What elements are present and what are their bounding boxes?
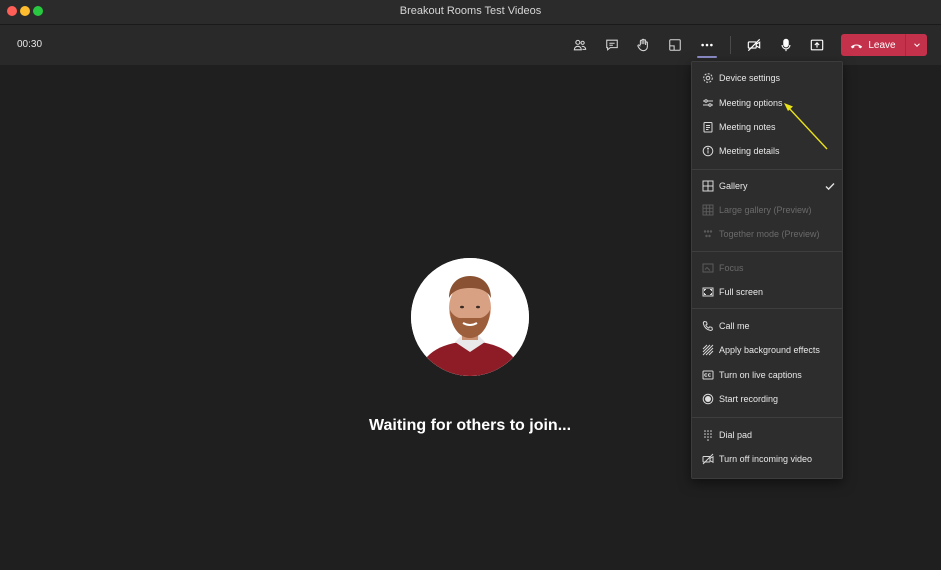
menu-divider [692, 308, 842, 309]
meeting-toolbar: 00:30 Leave [0, 25, 941, 65]
menu-divider [692, 169, 842, 170]
hang-up-icon [851, 44, 863, 48]
menu-item-label: Device settings [719, 73, 781, 83]
menu-item-large-gallery: Large gallery (Preview) [692, 199, 842, 221]
breakout-rooms-icon [669, 39, 681, 51]
menu-item-label: Focus [719, 263, 744, 273]
menu-item-label: Call me [719, 321, 750, 331]
menu-item-full-screen[interactable]: Full screen [692, 281, 842, 303]
breakout-rooms-button[interactable] [664, 34, 686, 56]
sliders-icon [703, 99, 713, 107]
avatar [411, 258, 529, 376]
menu-item-label: Together mode (Preview) [719, 229, 820, 239]
camera-off-icon [747, 38, 761, 52]
chat-icon [606, 39, 618, 51]
phone-icon [702, 320, 713, 331]
menu-item-background-effects[interactable]: Apply background effects [692, 339, 842, 361]
record-icon [702, 393, 714, 405]
menu-item-label: Meeting options [719, 98, 783, 108]
menu-item-label: Gallery [719, 181, 748, 191]
chat-button[interactable] [601, 34, 623, 56]
menu-item-label: Meeting details [719, 146, 780, 156]
more-actions-icon [701, 43, 713, 47]
raise-hand-button[interactable] [632, 34, 654, 56]
menu-item-label: Turn on live captions [719, 370, 802, 380]
more-actions-button[interactable] [696, 34, 718, 56]
share-tray-icon [810, 39, 824, 51]
leave-button-group: Leave [841, 34, 927, 56]
microphone-icon [781, 38, 791, 52]
checkmark-icon [825, 183, 835, 191]
meeting-timer: 00:30 [17, 39, 43, 50]
menu-item-focus: Focus [692, 257, 842, 279]
menu-item-label: Apply background effects [719, 345, 820, 355]
menu-item-label: Start recording [719, 394, 779, 404]
menu-item-label: Dial pad [719, 430, 753, 440]
menu-item-label: Full screen [719, 287, 764, 297]
leave-button[interactable]: Leave [841, 34, 905, 56]
camera-toggle-button[interactable] [743, 34, 765, 56]
menu-divider [692, 417, 842, 418]
menu-item-together-mode: Together mode (Preview) [692, 223, 842, 245]
window-titlebar: Breakout Rooms Test Videos [0, 0, 941, 25]
microphone-button[interactable] [775, 34, 797, 56]
menu-item-label: Turn off incoming video [719, 454, 813, 464]
profile-photo [411, 258, 529, 376]
annotation-arrow [784, 103, 828, 150]
together-mode-icon [703, 230, 713, 238]
focus-icon [702, 263, 714, 273]
leave-label: Leave [868, 39, 896, 51]
leave-options-button[interactable] [906, 34, 927, 56]
dialpad-icon [704, 430, 712, 441]
video-off-icon [702, 453, 714, 465]
notes-icon [703, 122, 713, 133]
more-actions-active-indicator [697, 56, 717, 58]
menu-item-start-recording[interactable]: Start recording [692, 388, 842, 410]
menu-divider [692, 251, 842, 252]
gear-icon [703, 73, 713, 83]
menu-item-dial-pad[interactable]: Dial pad [692, 424, 842, 446]
menu-item-device-settings[interactable]: Device settings [692, 67, 842, 89]
gallery-icon [702, 180, 714, 192]
menu-item-gallery[interactable]: Gallery [692, 175, 842, 197]
menu-item-label: Meeting notes [719, 122, 776, 132]
menu-item-live-captions[interactable]: Turn on live captions [692, 364, 842, 386]
menu-item-label: Large gallery (Preview) [719, 205, 812, 215]
info-icon [702, 145, 714, 157]
captions-icon [702, 370, 714, 380]
waiting-message: Waiting for others to join... [368, 417, 572, 434]
participants-button[interactable] [569, 34, 591, 56]
share-button[interactable] [806, 34, 828, 56]
raise-hand-icon [637, 38, 648, 52]
toolbar-divider [730, 36, 731, 54]
menu-item-turn-off-incoming-video[interactable]: Turn off incoming video [692, 448, 842, 470]
participants-icon [573, 39, 587, 51]
chevron-down-icon [913, 43, 920, 47]
large-gallery-icon [702, 204, 714, 216]
window-title: Breakout Rooms Test Videos [399, 5, 542, 17]
menu-item-call-me[interactable]: Call me [692, 315, 842, 337]
fullscreen-icon [702, 287, 714, 297]
background-effects-icon [702, 344, 714, 356]
